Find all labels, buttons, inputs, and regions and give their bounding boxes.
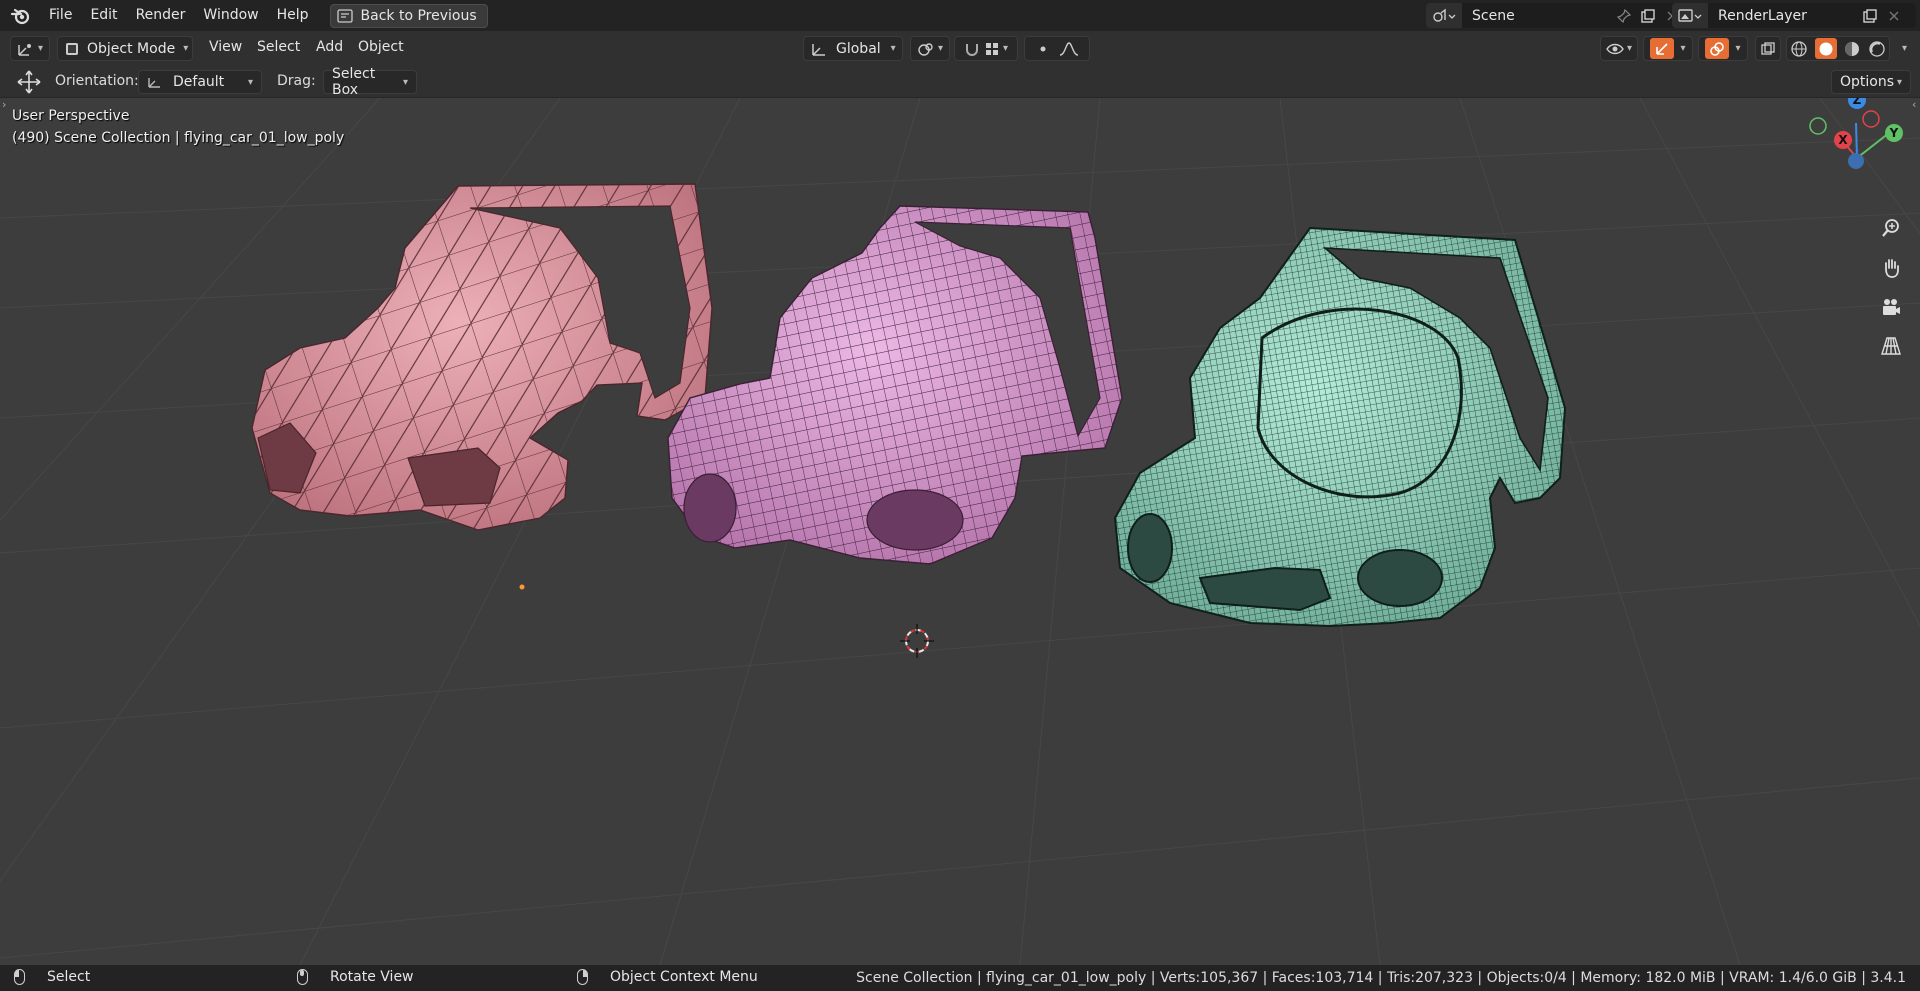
scene-icon[interactable] bbox=[1426, 3, 1462, 28]
render-layer-icon[interactable] bbox=[1672, 3, 1708, 28]
status-rotate-label: Rotate View bbox=[330, 969, 414, 985]
orientation-dropdown[interactable]: Default ▾ bbox=[138, 70, 262, 94]
menu-object[interactable]: Object bbox=[358, 39, 404, 55]
orientation-global-label: Global bbox=[836, 40, 881, 57]
pin-icon[interactable] bbox=[1612, 3, 1636, 28]
orientation-value: Default bbox=[173, 74, 225, 90]
menu-add[interactable]: Add bbox=[316, 39, 343, 55]
screen-back-icon bbox=[336, 8, 353, 23]
3d-viewport[interactable]: Z Y X User Perspective (490) Scene Colle… bbox=[0, 98, 1920, 965]
perspective-toggle-icon[interactable] bbox=[1875, 330, 1907, 362]
car-high-poly[interactable] bbox=[1113, 226, 1567, 628]
transform-orientation-dropdown[interactable]: Global ▾ bbox=[803, 36, 903, 61]
solid-shading-icon[interactable] bbox=[1814, 38, 1837, 59]
tool-settings-bar: Orientation: Default ▾ Drag: Select Box … bbox=[0, 65, 1920, 98]
rendered-shading-icon[interactable] bbox=[1868, 40, 1886, 58]
back-to-previous-button[interactable]: Back to Previous bbox=[329, 3, 488, 28]
proportional-edit-group[interactable] bbox=[1024, 36, 1090, 61]
gizmo-neg-y[interactable] bbox=[1809, 117, 1827, 135]
menu-file[interactable]: File bbox=[40, 0, 81, 31]
close-render-layer-icon[interactable] bbox=[1882, 3, 1906, 28]
orientation-default-icon bbox=[148, 78, 160, 88]
render-layer-field[interactable]: RenderLayer bbox=[1708, 3, 1858, 28]
render-layer-selector[interactable]: RenderLayer bbox=[1672, 3, 1916, 28]
gizmo-x-label: X bbox=[1838, 133, 1848, 147]
orientation-axes-icon bbox=[812, 43, 825, 56]
visibility-button[interactable]: ▾ bbox=[1600, 36, 1638, 61]
menu-select[interactable]: Select bbox=[257, 39, 300, 55]
pivot-icon bbox=[918, 42, 933, 56]
blender-logo-icon[interactable] bbox=[0, 0, 40, 31]
mouse-right-icon bbox=[577, 969, 588, 985]
eye-icon bbox=[1606, 43, 1624, 54]
wireframe-shading-icon[interactable] bbox=[1790, 40, 1808, 58]
snap-magnet-icon bbox=[965, 43, 978, 56]
status-bar: Select Rotate View Object Context Menu S… bbox=[0, 965, 1920, 991]
pan-hand-icon[interactable] bbox=[1875, 252, 1907, 284]
drag-label: Drag: bbox=[277, 73, 316, 89]
menu-window[interactable]: Window bbox=[194, 0, 267, 31]
zoom-icon[interactable] bbox=[1875, 212, 1907, 244]
options-dropdown[interactable]: Options ▾ bbox=[1831, 70, 1911, 94]
mode-selector[interactable]: Object Mode ▾ bbox=[57, 36, 193, 61]
pivot-point-button[interactable]: ▾ bbox=[910, 36, 950, 61]
view-perspective-label: User Perspective bbox=[12, 108, 130, 124]
gizmo-icon bbox=[1650, 38, 1675, 59]
object-mode-icon bbox=[66, 42, 78, 55]
drag-dropdown[interactable]: Select Box ▾ bbox=[323, 66, 417, 98]
menu-view[interactable]: View bbox=[209, 39, 242, 55]
status-select-label: Select bbox=[47, 969, 91, 985]
snap-grid-icon bbox=[985, 42, 998, 55]
new-scene-icon[interactable] bbox=[1636, 3, 1660, 28]
orientation-label: Orientation: bbox=[55, 73, 139, 89]
scene-name-field[interactable]: Scene bbox=[1462, 3, 1612, 28]
xray-icon bbox=[1761, 41, 1775, 55]
shading-options-button[interactable]: ▾ bbox=[1892, 36, 1914, 61]
gizmo-z-label: Z bbox=[1853, 98, 1862, 107]
overlays-toggle-button[interactable]: ▾ bbox=[1698, 36, 1748, 61]
scene-statistics: Scene Collection | flying_car_01_low_pol… bbox=[856, 970, 1906, 986]
gizmo-toggle-button[interactable]: ▾ bbox=[1643, 36, 1693, 61]
overlays-icon bbox=[1705, 38, 1730, 59]
object-origin-dot bbox=[519, 584, 525, 590]
gizmo-y-label: Y bbox=[1889, 126, 1899, 140]
proportional-dot-icon bbox=[1040, 46, 1046, 51]
car-low-poly[interactable] bbox=[251, 183, 713, 531]
menu-help[interactable]: Help bbox=[268, 0, 318, 31]
options-label: Options bbox=[1840, 74, 1895, 90]
status-rotate: Rotate View bbox=[297, 969, 414, 985]
editor-type-button[interactable]: ▾ bbox=[10, 36, 50, 61]
mouse-left-icon bbox=[14, 969, 25, 985]
shading-mode-group[interactable] bbox=[1786, 36, 1890, 61]
menu-render[interactable]: Render bbox=[127, 0, 195, 31]
axis-grid-icon bbox=[18, 43, 31, 56]
back-to-previous-label: Back to Previous bbox=[360, 7, 477, 24]
gizmo-neg-x[interactable] bbox=[1862, 110, 1880, 128]
car-mid-poly[interactable] bbox=[667, 205, 1123, 565]
top-bar: File Edit Render Window Help Back to Pre… bbox=[0, 0, 1920, 31]
new-render-layer-icon[interactable] bbox=[1858, 3, 1882, 28]
menu-edit[interactable]: Edit bbox=[81, 0, 126, 31]
gizmo-neg-z[interactable] bbox=[1848, 153, 1864, 169]
falloff-curve-icon bbox=[1059, 41, 1079, 56]
mode-label: Object Mode bbox=[87, 40, 176, 57]
status-context-label: Object Context Menu bbox=[610, 969, 758, 985]
scene-collection-label: (490) Scene Collection | flying_car_01_l… bbox=[12, 130, 345, 146]
status-select: Select bbox=[14, 969, 90, 985]
mouse-middle-icon bbox=[297, 969, 308, 985]
xray-toggle-button[interactable] bbox=[1755, 36, 1781, 61]
drag-value: Select Box bbox=[332, 66, 376, 98]
navigation-gizmo[interactable]: Z Y X bbox=[1809, 98, 1903, 169]
toolbar-toggle-icon[interactable]: › bbox=[2, 98, 6, 111]
snap-group[interactable]: ▾ bbox=[954, 36, 1018, 61]
camera-view-icon[interactable] bbox=[1875, 291, 1907, 323]
scene-selector[interactable]: Scene bbox=[1426, 3, 1694, 28]
viewport-canvas[interactable]: Z Y X bbox=[0, 98, 1920, 965]
move-tool-icon[interactable] bbox=[16, 69, 42, 99]
material-preview-icon[interactable] bbox=[1843, 40, 1861, 58]
sidebar-toggle-icon[interactable]: ‹ bbox=[1912, 98, 1916, 111]
viewport-header: ▾ Object Mode ▾ View Select Add Object Gl… bbox=[0, 31, 1920, 65]
status-context-menu: Object Context Menu bbox=[577, 969, 758, 985]
